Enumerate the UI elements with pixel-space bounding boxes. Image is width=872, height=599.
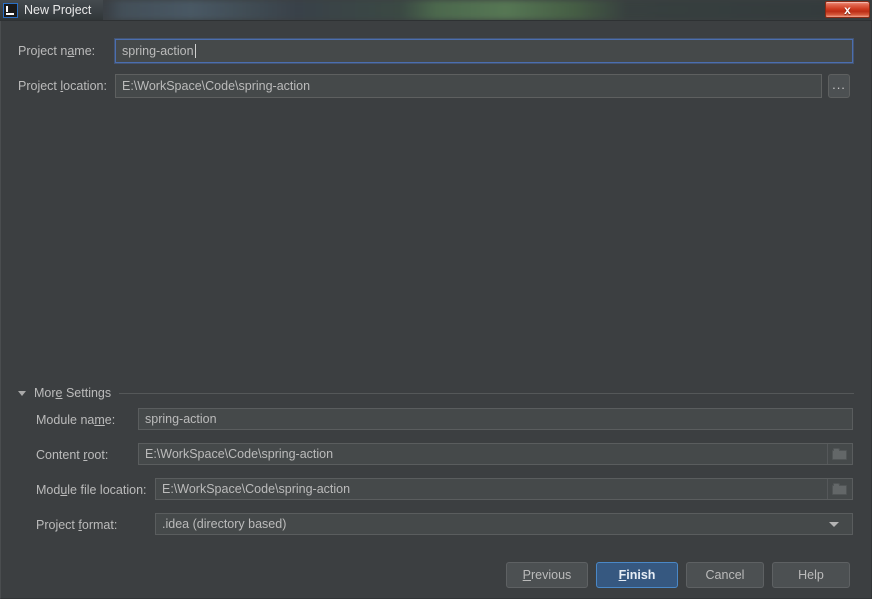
module-file-location-browse-button[interactable] — [827, 479, 851, 499]
help-button[interactable]: Help — [772, 562, 850, 588]
module-name-label: Module name: — [36, 413, 116, 427]
project-format-value: .idea (directory based) — [162, 517, 287, 531]
more-settings-label: More Settings — [34, 386, 112, 400]
titlebar-title-group: New Project — [0, 0, 104, 20]
module-name-value: spring-action — [145, 412, 217, 426]
new-project-dialog: New Project x Project name: spring-actio… — [0, 0, 872, 599]
section-separator — [119, 392, 854, 394]
more-settings-toggle[interactable]: More Settings — [18, 384, 854, 402]
close-button[interactable]: x — [825, 1, 870, 18]
module-name-input[interactable]: spring-action — [138, 408, 853, 430]
close-icon: x — [844, 2, 851, 17]
finish-button-label: Finish — [618, 568, 656, 582]
cancel-button[interactable]: Cancel — [686, 562, 764, 588]
project-location-value: E:\WorkSpace\Code\spring-action — [122, 79, 311, 93]
project-location-row: Project location: E:\WorkSpace\Code\spri… — [18, 74, 854, 98]
dialog-footer: Previous Finish Cancel Help — [0, 558, 872, 599]
project-name-input[interactable]: spring-action — [115, 39, 853, 63]
dialog-content: Project name: spring-action Project loca… — [0, 20, 872, 599]
ellipsis-icon: ... — [832, 76, 846, 92]
chevron-down-icon — [829, 521, 839, 527]
project-location-input[interactable]: E:\WorkSpace\Code\spring-action — [115, 74, 822, 98]
dialog-titlebar: New Project x — [0, 0, 872, 20]
project-format-label: Project format: — [36, 518, 118, 532]
project-name-label: Project name: — [18, 44, 96, 58]
intellij-idea-icon — [3, 2, 18, 18]
project-format-dropdown-button[interactable] — [822, 514, 846, 534]
previous-button[interactable]: Previous — [506, 562, 588, 588]
folder-icon — [831, 482, 848, 496]
content-root-label: Content root: — [36, 448, 109, 462]
folder-icon — [831, 447, 848, 461]
project-location-label: Project location: — [18, 79, 107, 93]
module-file-location-value: E:\WorkSpace\Code\spring-action — [162, 482, 351, 496]
content-root-input[interactable]: E:\WorkSpace\Code\spring-action — [138, 443, 853, 465]
cancel-button-label: Cancel — [705, 568, 745, 582]
project-location-browse-button[interactable]: ... — [828, 74, 850, 98]
text-caret — [194, 44, 196, 58]
help-button-label: Help — [798, 568, 824, 582]
content-root-browse-button[interactable] — [827, 444, 851, 464]
content-root-value: E:\WorkSpace\Code\spring-action — [145, 447, 334, 461]
project-name-value: spring-action — [122, 44, 194, 58]
chevron-down-icon — [18, 390, 26, 396]
module-file-location-label: Module file location: — [36, 483, 147, 497]
previous-button-label: Previous — [522, 568, 572, 582]
project-name-row: Project name: spring-action — [18, 39, 854, 63]
project-format-select[interactable]: .idea (directory based) — [155, 513, 853, 535]
module-file-location-input[interactable]: E:\WorkSpace\Code\spring-action — [155, 478, 853, 500]
dialog-title: New Project — [24, 3, 92, 17]
finish-button[interactable]: Finish — [596, 562, 678, 588]
